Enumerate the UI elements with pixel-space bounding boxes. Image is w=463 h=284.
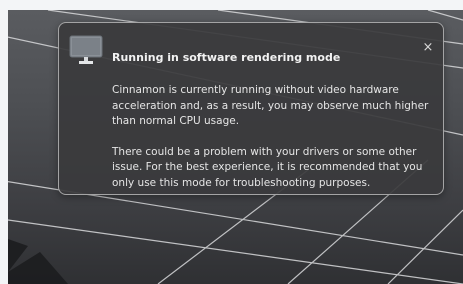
notification-paragraph: There could be a problem with your drive… (112, 145, 423, 189)
monitor-icon (69, 33, 103, 67)
close-icon[interactable]: × (423, 40, 434, 55)
notification-paragraph: Cinnamon is currently running without vi… (112, 84, 429, 127)
notification-body: Cinnamon is currently running without vi… (112, 83, 432, 206)
desktop: Running in software rendering mode × Cin… (8, 10, 463, 284)
notification-title: Running in software rendering mode (112, 51, 341, 64)
close-button[interactable]: × (421, 41, 435, 55)
notification-popup: Running in software rendering mode × Cin… (58, 22, 444, 195)
